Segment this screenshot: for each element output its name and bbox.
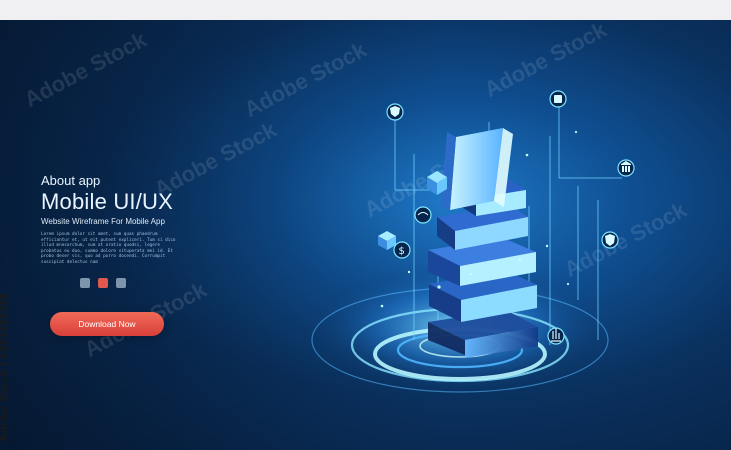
wifi-icon: [414, 206, 432, 224]
hero-subtitle: Website Wireframe For Mobile App: [41, 217, 165, 226]
eyebrow-label: About app: [41, 173, 101, 188]
cubes: [378, 171, 447, 250]
carousel-dot-active[interactable]: [98, 278, 108, 288]
box-icon: [378, 231, 396, 250]
download-now-button[interactable]: Download Now: [50, 312, 164, 336]
hero-banner: Adobe Stock Adobe Stock Adobe Stock Adob…: [0, 20, 731, 450]
carousel-dot[interactable]: [80, 278, 90, 288]
hero-title: Mobile UI/UX: [41, 189, 173, 214]
open-book: [441, 128, 513, 210]
book-icon: [554, 95, 562, 103]
carousel-dot[interactable]: [116, 278, 126, 288]
carousel-dots[interactable]: [80, 278, 126, 288]
book-stack: [428, 128, 538, 358]
hero-copy: About app Mobile UI/UX Website Wireframe…: [41, 173, 181, 266]
hero-body-text: Lorem ipsum dolor sit amet, sum quas pha…: [41, 232, 176, 265]
dollar-icon: $: [399, 246, 405, 257]
watermark-pattern: Adobe Stock: [20, 26, 151, 113]
stock-watermark: Adobe Stock | #501420456: [0, 292, 10, 442]
book-stack-illustration: $: [308, 90, 635, 393]
